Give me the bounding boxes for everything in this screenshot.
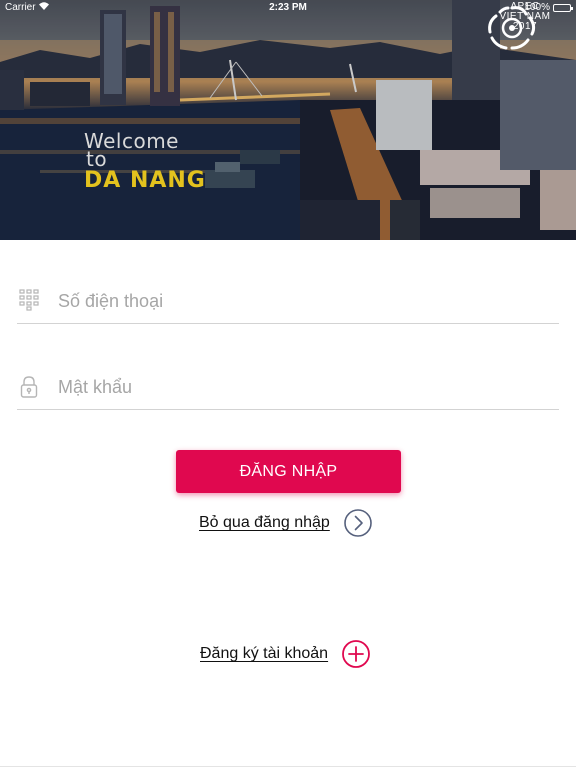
status-battery-percent: 100% xyxy=(524,2,550,13)
phone-input[interactable] xyxy=(58,286,548,316)
login-button[interactable]: ĐĂNG NHẬP xyxy=(176,450,401,493)
status-time: 2:23 PM xyxy=(269,2,307,13)
chevron-right-circle-icon[interactable] xyxy=(343,508,373,538)
welcome-caption: Welcome to DA NANG xyxy=(84,131,206,193)
city-name: DA NANG xyxy=(84,168,206,193)
bottom-divider xyxy=(0,766,576,767)
plus-circle-icon[interactable] xyxy=(341,639,371,669)
battery-icon xyxy=(553,4,573,12)
header-banner-image: Carrier 2:23 PM 100% Welcome to DA NANG … xyxy=(0,0,576,240)
skip-login-link[interactable]: Bỏ qua đăng nhập xyxy=(199,514,330,532)
lock-icon xyxy=(19,375,39,398)
keypad-icon xyxy=(19,289,39,311)
register-link[interactable]: Đăng ký tài khoản xyxy=(200,645,328,663)
password-input[interactable] xyxy=(58,372,548,402)
password-field xyxy=(17,366,559,410)
phone-field xyxy=(17,280,559,324)
status-bar: Carrier 2:23 PM 100% xyxy=(0,0,576,16)
register-row[interactable]: Đăng ký tài khoản xyxy=(200,639,371,669)
skip-login-row[interactable]: Bỏ qua đăng nhập xyxy=(199,508,373,538)
